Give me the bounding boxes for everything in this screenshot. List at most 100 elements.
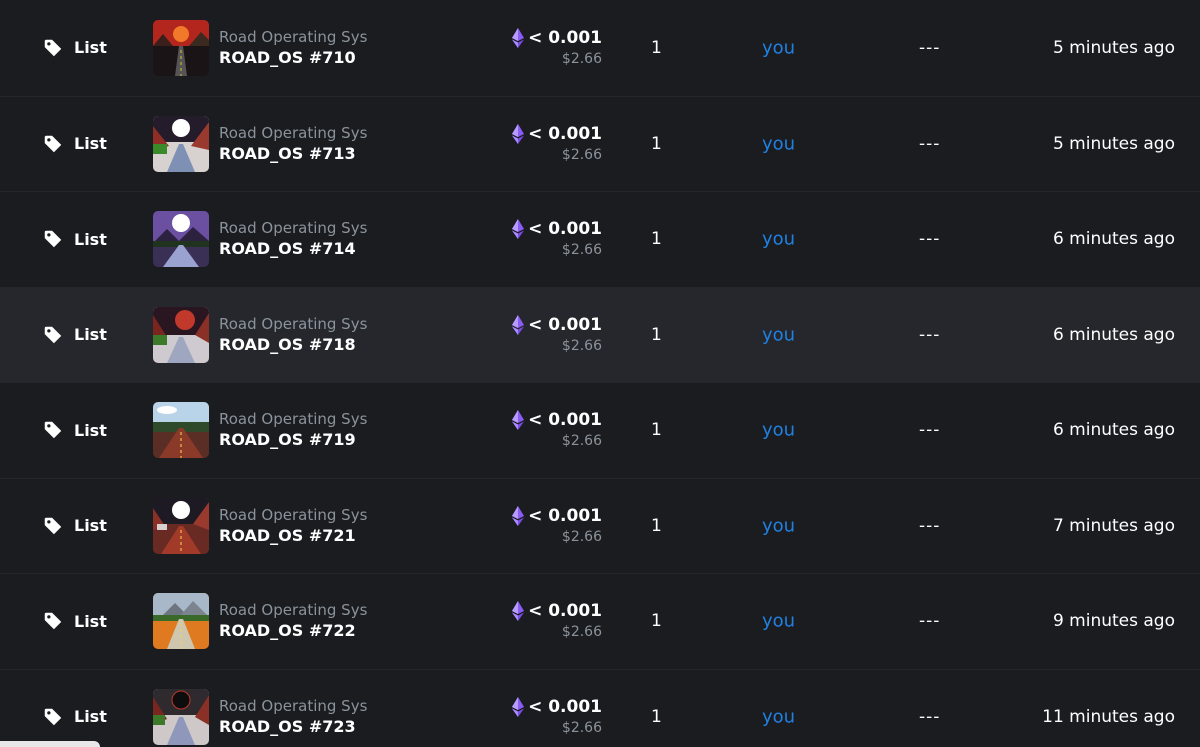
from-link[interactable]: you	[762, 229, 795, 250]
price-usd: $2.66	[561, 337, 602, 354]
to-value: ---	[919, 133, 941, 154]
activity-row[interactable]: List Road Operating Sys ROAD_OS #710 < 0…	[0, 0, 1200, 96]
nft-thumbnail[interactable]	[153, 688, 209, 745]
from-link[interactable]: you	[762, 706, 795, 727]
nft-thumbnail[interactable]	[153, 402, 209, 459]
time-ago[interactable]: 6 minutes ago	[1053, 420, 1175, 440]
token-name[interactable]: ROAD_OS #718	[219, 334, 367, 356]
collection-name[interactable]: Road Operating Sys	[219, 600, 367, 620]
from-link[interactable]: you	[762, 515, 795, 536]
quantity: 1	[651, 611, 662, 632]
item-cell[interactable]: Road Operating Sys ROAD_OS #721	[153, 497, 367, 554]
activity-table: List Road Operating Sys ROAD_OS #710 < 0…	[0, 0, 1200, 747]
item-cell[interactable]: Road Operating Sys ROAD_OS #719	[153, 402, 367, 459]
time-ago[interactable]: 9 minutes ago	[1053, 611, 1175, 631]
tag-icon	[44, 231, 62, 248]
nft-thumbnail[interactable]	[153, 19, 209, 76]
tag-icon	[44, 613, 62, 630]
time-ago[interactable]: 6 minutes ago	[1053, 229, 1175, 249]
time-ago[interactable]: 7 minutes ago	[1053, 516, 1175, 536]
tag-icon	[44, 517, 62, 534]
event-label: List	[74, 134, 107, 154]
tag-icon	[44, 708, 62, 725]
event-cell: List	[42, 324, 107, 346]
activity-row[interactable]: List Road Operating Sys ROAD_OS #719 < 0…	[0, 382, 1200, 478]
price-eth: < 0.001	[528, 410, 602, 431]
time-ago[interactable]: 5 minutes ago	[1053, 38, 1175, 58]
token-name[interactable]: ROAD_OS #719	[219, 429, 367, 451]
event-cell: List	[42, 228, 107, 250]
to-value: ---	[919, 515, 941, 536]
activity-row[interactable]: List Road Operating Sys ROAD_OS #713 < 0…	[0, 95, 1200, 192]
event-label: List	[74, 707, 107, 727]
activity-row[interactable]: List Road Operating Sys ROAD_OS #718 < 0…	[0, 286, 1200, 382]
quantity: 1	[651, 229, 662, 250]
collection-name[interactable]: Road Operating Sys	[219, 27, 367, 47]
price-eth: < 0.001	[528, 219, 602, 240]
price-cell: < 0.001 $2.66	[512, 600, 602, 642]
item-cell[interactable]: Road Operating Sys ROAD_OS #718	[153, 306, 367, 363]
horizontal-scrollbar[interactable]	[0, 741, 100, 747]
price-cell: < 0.001 $2.66	[512, 505, 602, 547]
collection-name[interactable]: Road Operating Sys	[219, 505, 367, 525]
ethereum-icon	[512, 696, 525, 717]
ethereum-icon	[512, 601, 525, 622]
activity-row[interactable]: List Road Operating Sys ROAD_OS #723 < 0…	[0, 668, 1200, 747]
event-label: List	[74, 325, 107, 345]
tag-icon	[44, 39, 62, 56]
event-cell: List	[42, 706, 107, 728]
nft-thumbnail[interactable]	[153, 115, 209, 172]
collection-name[interactable]: Road Operating Sys	[219, 409, 367, 429]
price-cell: < 0.001 $2.66	[512, 696, 602, 738]
item-cell[interactable]: Road Operating Sys ROAD_OS #714	[153, 211, 367, 268]
item-cell[interactable]: Road Operating Sys ROAD_OS #722	[153, 593, 367, 650]
price-cell: < 0.001 $2.66	[512, 27, 602, 69]
from-link[interactable]: you	[762, 324, 795, 345]
activity-row[interactable]: List Road Operating Sys ROAD_OS #721 < 0…	[0, 477, 1200, 574]
collection-name[interactable]: Road Operating Sys	[219, 314, 367, 334]
token-name[interactable]: ROAD_OS #714	[219, 238, 367, 260]
collection-name[interactable]: Road Operating Sys	[219, 696, 367, 716]
price-usd: $2.66	[561, 146, 602, 163]
from-link[interactable]: you	[762, 611, 795, 632]
event-label: List	[74, 420, 107, 440]
token-name[interactable]: ROAD_OS #710	[219, 47, 367, 69]
from-link[interactable]: you	[762, 133, 795, 154]
time-ago[interactable]: 6 minutes ago	[1053, 325, 1175, 345]
event-cell: List	[42, 37, 107, 59]
event-cell: List	[42, 133, 107, 155]
item-cell[interactable]: Road Operating Sys ROAD_OS #710	[153, 19, 367, 76]
price-usd: $2.66	[561, 242, 602, 259]
to-value: ---	[919, 611, 941, 632]
time-ago[interactable]: 11 minutes ago	[1042, 707, 1175, 727]
activity-row[interactable]: List Road Operating Sys ROAD_OS #722 < 0…	[0, 573, 1200, 669]
activity-row[interactable]: List Road Operating Sys ROAD_OS #714 < 0…	[0, 191, 1200, 287]
quantity: 1	[651, 706, 662, 727]
token-name[interactable]: ROAD_OS #723	[219, 716, 367, 738]
token-name[interactable]: ROAD_OS #721	[219, 525, 367, 547]
time-ago[interactable]: 5 minutes ago	[1053, 134, 1175, 154]
from-link[interactable]: you	[762, 37, 795, 58]
event-cell: List	[42, 515, 107, 537]
item-cell[interactable]: Road Operating Sys ROAD_OS #713	[153, 115, 367, 172]
collection-name[interactable]: Road Operating Sys	[219, 218, 367, 238]
to-value: ---	[919, 706, 941, 727]
tag-icon	[44, 422, 62, 439]
token-name[interactable]: ROAD_OS #722	[219, 620, 367, 642]
ethereum-icon	[512, 123, 525, 144]
price-cell: < 0.001 $2.66	[512, 218, 602, 260]
nft-thumbnail[interactable]	[153, 497, 209, 554]
price-usd: $2.66	[561, 528, 602, 545]
event-label: List	[74, 38, 107, 58]
event-cell: List	[42, 610, 107, 632]
price-eth: < 0.001	[528, 27, 602, 48]
item-cell[interactable]: Road Operating Sys ROAD_OS #723	[153, 688, 367, 745]
event-cell: List	[42, 419, 107, 441]
nft-thumbnail[interactable]	[153, 306, 209, 363]
collection-name[interactable]: Road Operating Sys	[219, 123, 367, 143]
nft-thumbnail[interactable]	[153, 211, 209, 268]
nft-thumbnail[interactable]	[153, 593, 209, 650]
from-link[interactable]: you	[762, 420, 795, 441]
token-name[interactable]: ROAD_OS #713	[219, 143, 367, 165]
price-usd: $2.66	[561, 624, 602, 641]
